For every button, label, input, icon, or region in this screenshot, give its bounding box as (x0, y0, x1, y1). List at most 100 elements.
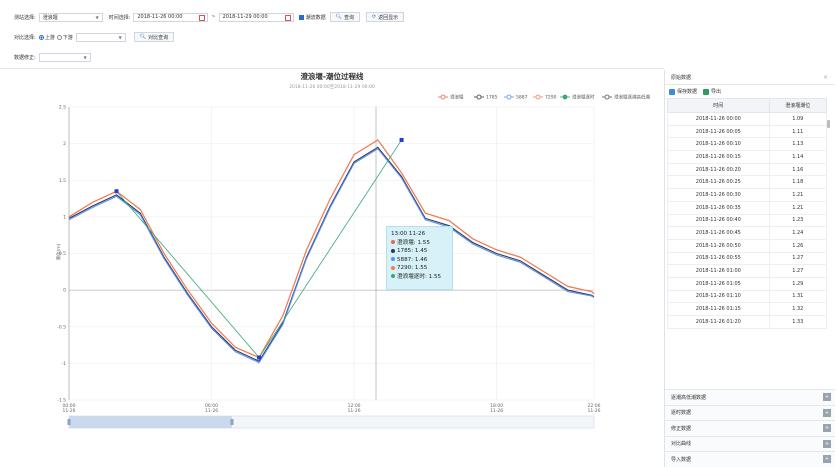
tooltip-row: 1785: 1.45 (391, 247, 448, 256)
zoom-handle-left[interactable] (67, 419, 71, 425)
end-date-input[interactable]: 2018-11-29 00:00 (218, 12, 294, 22)
radio-downstream[interactable]: 下游 (56, 34, 73, 41)
search-icon: 🔍︎ (139, 34, 147, 40)
back-display-button[interactable]: ⟳ 返回显示 (365, 12, 405, 22)
table-row[interactable]: 2018-11-26 00:20 1.16 (667, 162, 828, 177)
tide-chart[interactable]: 澄浪堰-潮位过程线 2018-11-26 00:00至2018-11-29 00… (0, 67, 664, 467)
cell-value: 1.23 (768, 213, 828, 228)
calendar-icon[interactable] (199, 14, 206, 21)
table-row[interactable]: 2018-11-26 00:45 1.24 (667, 226, 828, 240)
cell-value: 1.21 (768, 200, 828, 215)
tooltip-row-label: 澄浪堰逐时: 1.55 (397, 273, 442, 280)
compare-select[interactable]: ▼ (75, 32, 126, 42)
export-button[interactable]: 导出 (703, 88, 721, 95)
tide-peak-marker (399, 137, 404, 142)
panel-toolbar: 保存数据 导出 (665, 85, 834, 98)
tide-data-label: 潮流数据 (305, 14, 326, 21)
table-row[interactable]: 2018-11-26 00:10 1.13 (667, 137, 828, 152)
x-tick-date: 11-26 (490, 408, 503, 414)
table-row[interactable]: 2018-11-26 01:00 1.27 (667, 264, 828, 278)
table-row[interactable]: 2018-11-26 00:30 1.21 (667, 188, 828, 202)
legend-label: 1785 (486, 95, 498, 101)
query-button[interactable]: 🔍︎ 查询 (329, 12, 360, 22)
toolbar-row-3: 数据修正: ▼ (0, 51, 91, 63)
save-data-button[interactable]: 保存数据 (669, 88, 697, 95)
tooltip-row-label: 1785: 1.45 (397, 248, 428, 255)
cell-time: 2018-11-26 00:25 (667, 175, 770, 190)
expand-icon[interactable]: + (823, 393, 831, 402)
accordion-item[interactable]: 对比曲线 + (665, 435, 835, 451)
cell-value: 1.24 (768, 226, 828, 240)
cell-time: 2018-11-26 00:40 (667, 213, 770, 228)
cell-time: 2018-11-26 01:00 (667, 264, 770, 278)
legend-marker (440, 94, 446, 100)
table-scrollbar[interactable] (827, 120, 830, 128)
col-value-header[interactable]: 澄浪堰潮位 (768, 98, 828, 113)
legend-marker (506, 94, 512, 100)
radio-upstream[interactable]: 上游 (38, 34, 55, 41)
table-row[interactable]: 2018-11-26 01:15 1.32 (667, 302, 828, 316)
col-time-header[interactable]: 时间 (667, 98, 770, 113)
tooltip-dot (391, 257, 395, 262)
accordion-label: 对比曲线 (671, 441, 692, 448)
cell-time: 2018-11-26 00:35 (667, 200, 770, 215)
compare-query-button[interactable]: 🔍︎ 对比查询 (133, 32, 175, 42)
expand-icon[interactable]: + (823, 424, 831, 433)
tooltip-row: 澄浪堰逐时: 1.55 (391, 273, 448, 282)
expand-icon[interactable]: + (823, 408, 831, 417)
expand-icon[interactable]: + (823, 439, 831, 448)
table-row[interactable]: 2018-11-26 00:35 1.21 (667, 200, 828, 215)
tide-data-checkbox[interactable]: 潮流数据 (298, 14, 326, 21)
radio-upstream-label: 上游 (44, 34, 55, 41)
accordion-item[interactable]: 逐潮高低潮数据 + (665, 389, 835, 405)
toolbar-row-2: 对比选择: 上游 下游 ▼ 🔍︎ 对比查询 (0, 31, 175, 43)
x-tick-date: 11-26 (348, 408, 361, 414)
accordion-label: 逐潮高低潮数据 (671, 394, 707, 401)
accordion-item[interactable]: 修正数据 + (665, 420, 835, 436)
table-row[interactable]: 2018-11-26 00:55 1.27 (667, 251, 828, 266)
search-icon: 🔍︎ (335, 14, 342, 20)
save-icon (669, 88, 675, 95)
panel-title: 原始数据 (671, 74, 692, 81)
expand-icon[interactable]: + (823, 455, 831, 464)
station-label: 测站选择: (14, 14, 36, 21)
close-icon[interactable]: × (823, 74, 828, 81)
checkbox-icon (298, 14, 304, 20)
cell-value: 1.09 (768, 112, 828, 126)
cell-time: 2018-11-26 01:15 (667, 302, 770, 316)
table-row[interactable]: 2018-11-26 00:50 1.26 (667, 238, 828, 253)
toolbar-row-1: 测站选择: 澄浪堰 ▼ 时间选择: 2018-11-26 00:00 ~ 201… (0, 11, 405, 23)
table-row[interactable]: 2018-11-26 01:10 1.31 (667, 289, 828, 304)
start-date-input[interactable]: 2018-11-26 00:00 (133, 12, 209, 22)
y-tick-label: -1 (62, 361, 67, 367)
export-label: 导出 (711, 89, 722, 95)
tooltip-row-label: 7290: 1.55 (397, 265, 428, 272)
table-row[interactable]: 2018-11-26 00:05 1.11 (667, 124, 828, 139)
table-row[interactable]: 2018-11-26 00:25 1.18 (667, 175, 828, 190)
table-row[interactable]: 2018-11-26 00:15 1.14 (667, 150, 828, 164)
zoom-handle-right[interactable] (230, 419, 234, 425)
table-row[interactable]: 2018-11-26 01:05 1.29 (667, 276, 828, 291)
cell-value: 1.27 (768, 264, 828, 278)
legend-label: 澄浪堰逐潮高低潮 (614, 94, 650, 101)
station-select[interactable]: 澄浪堰 ▼ (38, 12, 103, 22)
tooltip-dot (391, 248, 395, 253)
tide-peak-marker (114, 189, 119, 194)
cell-value: 1.27 (768, 251, 828, 266)
table-row[interactable]: 2018-11-26 01:20 1.33 (667, 315, 828, 329)
accordion-item[interactable]: 导入数据 + (665, 451, 835, 467)
cell-value: 1.16 (768, 162, 828, 177)
cell-value: 1.29 (768, 276, 828, 291)
y-tick-label: 2 (63, 141, 66, 147)
table-row[interactable]: 2018-11-26 00:40 1.23 (667, 213, 828, 228)
cell-time: 2018-11-26 01:10 (667, 289, 770, 304)
x-tick-date: 11-26 (205, 408, 218, 414)
zoom-slider-window[interactable] (69, 416, 232, 428)
calendar-icon[interactable] (284, 14, 291, 21)
cell-value: 1.18 (768, 175, 828, 190)
accordion-item[interactable]: 逐时数据 + (665, 404, 835, 420)
correction-select[interactable]: ▼ (38, 52, 91, 62)
table-row[interactable]: 2018-11-26 00:00 1.09 (667, 112, 828, 126)
panel-header: 原始数据 × (665, 70, 834, 85)
save-data-label: 保存数据 (677, 89, 698, 95)
